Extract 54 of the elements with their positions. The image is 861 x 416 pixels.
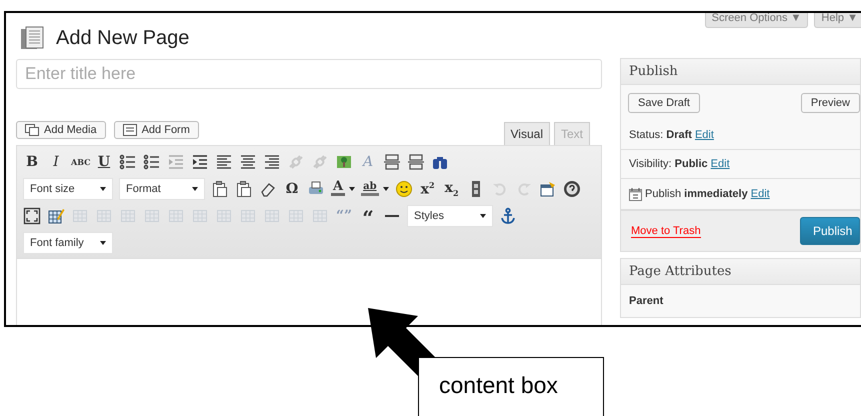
- paste-icon[interactable]: [235, 180, 253, 198]
- dropdown[interactable]: Font family: [23, 232, 113, 254]
- page-break-icon[interactable]: [407, 152, 425, 170]
- align-left-icon[interactable]: [215, 152, 233, 170]
- align-center-icon[interactable]: [239, 152, 257, 170]
- status-text: Visibility: Public: [629, 158, 708, 170]
- preview-button[interactable]: Preview: [800, 93, 860, 113]
- format-button[interactable]: “: [359, 206, 377, 224]
- format-button[interactable]: Ω: [283, 180, 301, 196]
- add-form-button[interactable]: Add Form: [114, 121, 199, 139]
- dropdown[interactable]: Format: [119, 178, 205, 200]
- pages-icon: [20, 26, 46, 50]
- box-icon[interactable]: [538, 180, 557, 198]
- edit-link[interactable]: Edit: [750, 188, 770, 200]
- status-text: Publish immediately: [645, 188, 748, 200]
- media-icon: [25, 124, 39, 136]
- table-edit-icon[interactable]: [47, 206, 65, 224]
- format-button[interactable]: B: [23, 154, 41, 170]
- calendar-icon: [629, 187, 642, 201]
- edit-link[interactable]: Edit: [694, 129, 714, 141]
- editor-tab[interactable]: Visual: [504, 122, 550, 145]
- bullet-list-icon[interactable]: [119, 152, 137, 170]
- superscript-button[interactable]: x$^{2}$: [418, 180, 437, 198]
- indent-icon[interactable]: [191, 152, 209, 170]
- numbered-list-icon[interactable]: [143, 152, 161, 170]
- publish-button[interactable]: Publish: [800, 217, 860, 245]
- paste-icon[interactable]: [211, 180, 229, 198]
- more-icon[interactable]: [383, 152, 401, 170]
- title-field[interactable]: Enter title here: [16, 59, 602, 89]
- dropdown[interactable]: Styles: [407, 204, 493, 226]
- form-icon: [122, 124, 137, 136]
- parent-label: Parent: [628, 294, 664, 309]
- save-draft-button[interactable]: Save Draft: [628, 93, 700, 113]
- format-button[interactable]: ABC: [71, 156, 89, 166]
- format-button[interactable]: U: [95, 154, 113, 170]
- help-icon[interactable]: [562, 180, 581, 198]
- box-title: Publish: [621, 59, 860, 85]
- smiley-icon[interactable]: [394, 180, 413, 198]
- page-title: Add New Page: [56, 26, 190, 50]
- annotation-label: content box: [418, 357, 604, 416]
- format-button[interactable]: I: [47, 154, 65, 170]
- anchor-icon[interactable]: [499, 206, 517, 224]
- color-button[interactable]: A: [331, 181, 356, 196]
- screen-tab[interactable]: Screen Options ▼: [704, 13, 808, 28]
- fullscreen-icon[interactable]: [23, 206, 41, 224]
- edit-link[interactable]: Edit: [710, 158, 730, 170]
- add-media-button[interactable]: Add Media: [16, 121, 106, 139]
- color-button[interactable]: ab: [361, 181, 389, 196]
- status-text: Status: Draft: [629, 129, 692, 141]
- align-right-icon[interactable]: [263, 152, 281, 170]
- box-title: Page Attributes: [621, 259, 860, 285]
- subscript-button[interactable]: x$_{2}$: [442, 180, 461, 198]
- dropdown[interactable]: Font size: [23, 178, 113, 200]
- screen-tab[interactable]: Help ▼: [814, 13, 861, 28]
